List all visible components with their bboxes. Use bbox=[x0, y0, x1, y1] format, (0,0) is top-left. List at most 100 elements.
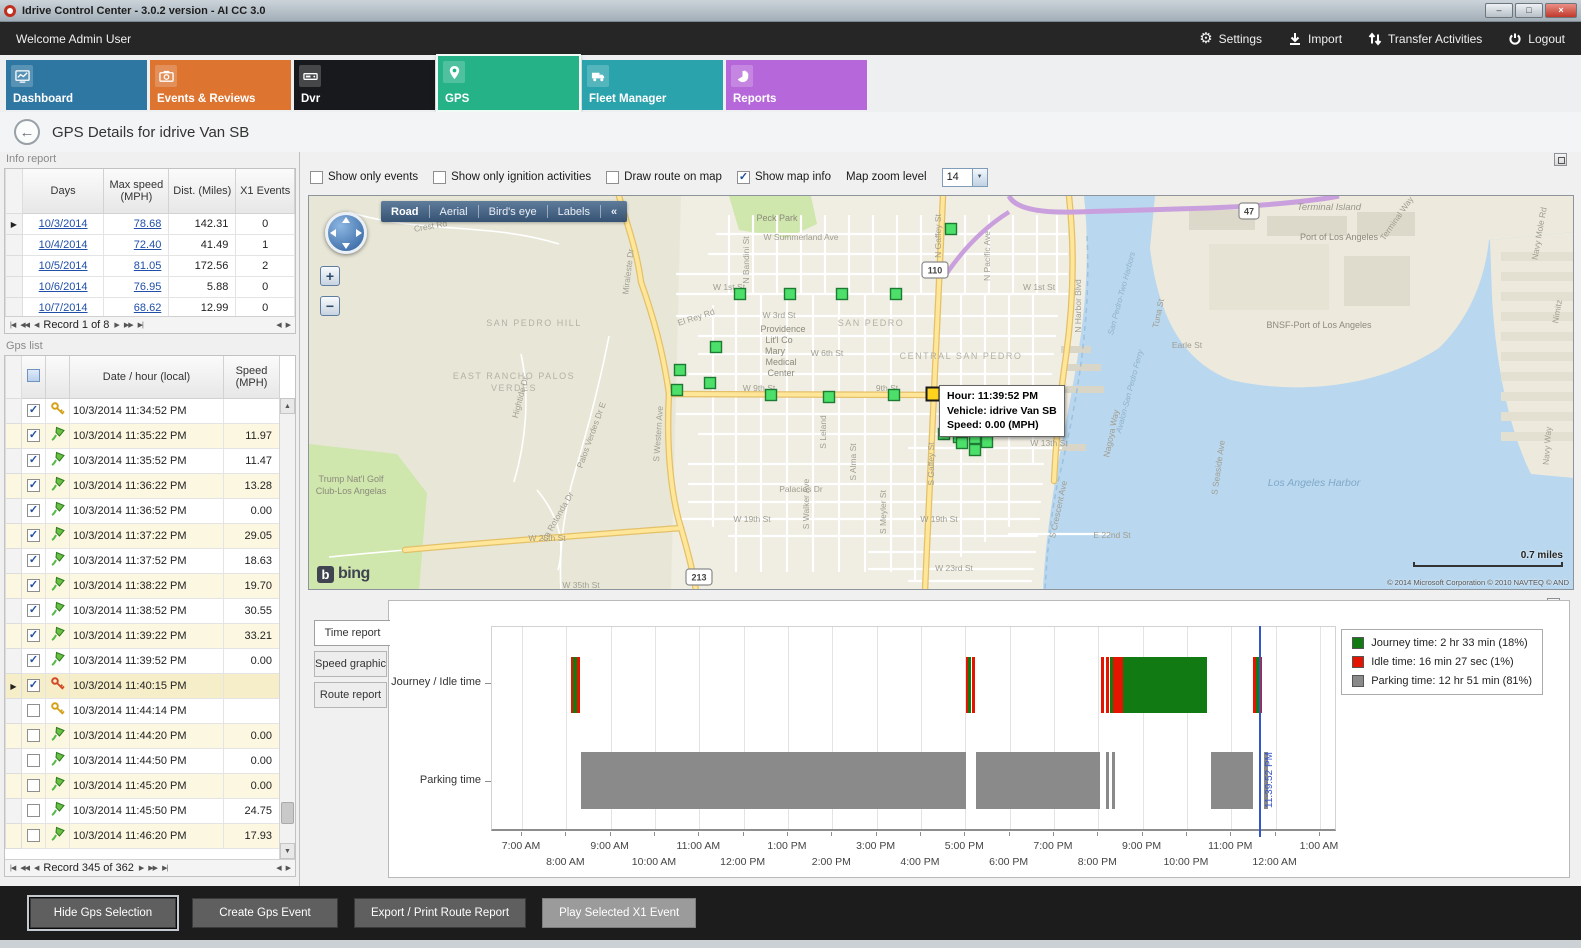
gps-row[interactable]: 10/3/2014 11:45:50 PM24.75 bbox=[6, 798, 280, 823]
gps-marker[interactable] bbox=[957, 438, 968, 449]
gps-row[interactable]: ✓10/3/2014 11:38:22 PM19.70 bbox=[6, 573, 280, 598]
chart-tab-time-report[interactable]: Time report bbox=[314, 620, 390, 646]
last-record-icon[interactable]: ▶| bbox=[162, 864, 167, 872]
day-link[interactable]: 10/5/2014 bbox=[39, 260, 88, 272]
back-button[interactable]: ← bbox=[14, 119, 40, 145]
option-show-map-info[interactable]: ✓Show map info bbox=[737, 171, 831, 184]
option-show-only-ignition-activities[interactable]: Show only ignition activities bbox=[433, 171, 591, 184]
gps-row[interactable]: 10/3/2014 11:46:20 PM17.93 bbox=[6, 823, 280, 848]
gps-row[interactable]: 10/3/2014 11:44:14 PM bbox=[6, 698, 280, 723]
row-checkbox[interactable]: ✓ bbox=[27, 479, 40, 492]
scroll-columns-left-icon[interactable]: ◀ bbox=[276, 864, 280, 872]
table-row[interactable]: 10/6/201476.955.880 bbox=[6, 276, 295, 297]
prev-page-icon[interactable]: ◀◀ bbox=[20, 864, 29, 872]
gps-row[interactable]: ✓10/3/2014 11:37:52 PM18.63 bbox=[6, 548, 280, 573]
map-style-bird-s-eye[interactable]: Bird's eye bbox=[489, 206, 537, 218]
checked-checkbox[interactable]: ✓ bbox=[737, 171, 750, 184]
next-page-icon[interactable]: ▶▶ bbox=[148, 864, 157, 872]
gps-row[interactable]: ✓10/3/2014 11:38:52 PM30.55 bbox=[6, 598, 280, 623]
map[interactable]: SAN PEDRO HILLEAST RANCHO PALOSVERDESSAN… bbox=[308, 195, 1574, 590]
chart-tab-route-report[interactable]: Route report bbox=[314, 682, 387, 708]
play-selected-x1-event-button[interactable]: Play Selected X1 Event bbox=[542, 898, 696, 928]
action-settings[interactable]: ⚙Settings bbox=[1199, 31, 1262, 46]
gps-marker[interactable] bbox=[785, 289, 796, 300]
tab-gps[interactable]: GPS bbox=[438, 56, 579, 110]
unchecked-checkbox[interactable] bbox=[606, 171, 619, 184]
row-checkbox[interactable]: ✓ bbox=[27, 654, 40, 667]
gps-marker[interactable] bbox=[766, 390, 777, 401]
table-row[interactable]: 10/5/201481.05172.562 bbox=[6, 255, 295, 276]
scroll-columns-left-icon[interactable]: ◀ bbox=[276, 321, 280, 329]
pan-west-icon[interactable] bbox=[330, 229, 336, 237]
gps-row[interactable]: ✓10/3/2014 11:39:22 PM33.21 bbox=[6, 623, 280, 648]
gps-marker[interactable] bbox=[970, 445, 981, 456]
row-checkbox[interactable] bbox=[27, 704, 40, 717]
select-all-checkbox[interactable] bbox=[27, 369, 40, 382]
gps-list-scrollbar[interactable]: ▲ ▼ bbox=[279, 398, 295, 859]
map-zoom-select[interactable]: 14 ▼ bbox=[942, 168, 988, 187]
zoom-in-button[interactable]: + bbox=[320, 266, 340, 286]
pan-east-icon[interactable] bbox=[356, 229, 362, 237]
max-speed-link[interactable]: 68.62 bbox=[134, 302, 162, 314]
gps-row[interactable]: ✓10/3/2014 11:36:52 PM0.00 bbox=[6, 498, 280, 523]
gps-row[interactable]: ✓10/3/2014 11:35:22 PM11.97 bbox=[6, 423, 280, 448]
row-checkbox[interactable] bbox=[27, 804, 40, 817]
prev-record-icon[interactable]: ◀ bbox=[34, 864, 38, 872]
window-maximize-button[interactable]: □ bbox=[1515, 3, 1543, 18]
window-close-button[interactable]: × bbox=[1545, 3, 1577, 18]
row-checkbox[interactable]: ✓ bbox=[27, 629, 40, 642]
day-link[interactable]: 10/6/2014 bbox=[39, 281, 88, 293]
gps-marker[interactable] bbox=[735, 289, 746, 300]
row-checkbox[interactable] bbox=[27, 754, 40, 767]
scroll-down-icon[interactable]: ▼ bbox=[280, 843, 295, 859]
row-checkbox[interactable] bbox=[27, 779, 40, 792]
collapse-map-panel-button[interactable] bbox=[1554, 153, 1567, 166]
tab-reports[interactable]: Reports bbox=[726, 60, 867, 110]
map-style-aerial[interactable]: Aerial bbox=[440, 206, 468, 218]
map-compass-control[interactable] bbox=[325, 212, 367, 254]
row-checkbox[interactable]: ✓ bbox=[27, 429, 40, 442]
gps-row[interactable]: ▶✓10/3/2014 11:40:15 PM bbox=[6, 673, 280, 698]
gps-marker[interactable] bbox=[891, 289, 902, 300]
max-speed-link[interactable]: 72.40 bbox=[134, 239, 162, 251]
zoom-out-button[interactable]: − bbox=[320, 296, 340, 316]
hide-gps-selection-button[interactable]: Hide Gps Selection bbox=[30, 898, 176, 928]
option-show-only-events[interactable]: Show only events bbox=[310, 171, 418, 184]
scroll-up-icon[interactable]: ▲ bbox=[280, 398, 295, 414]
gps-marker[interactable] bbox=[705, 378, 716, 389]
chart-tab-speed-graphic[interactable]: Speed graphic bbox=[314, 651, 387, 677]
row-checkbox[interactable] bbox=[27, 829, 40, 842]
map-style-road[interactable]: Road bbox=[391, 206, 419, 218]
max-speed-link[interactable]: 78.68 bbox=[134, 218, 162, 230]
last-record-icon[interactable]: ▶| bbox=[138, 321, 143, 329]
gps-row[interactable]: ✓10/3/2014 11:35:52 PM11.47 bbox=[6, 448, 280, 473]
chevron-down-icon[interactable]: ▼ bbox=[972, 169, 987, 186]
row-checkbox[interactable]: ✓ bbox=[27, 554, 40, 567]
row-checkbox[interactable]: ✓ bbox=[27, 604, 40, 617]
day-link[interactable]: 10/4/2014 bbox=[39, 239, 88, 251]
gps-row[interactable]: ✓10/3/2014 11:34:52 PM bbox=[6, 398, 280, 423]
day-link[interactable]: 10/3/2014 bbox=[39, 218, 88, 230]
create-gps-event-button[interactable]: Create Gps Event bbox=[192, 898, 338, 928]
action-transfer-activities[interactable]: Transfer Activities bbox=[1368, 32, 1482, 46]
unchecked-checkbox[interactable] bbox=[310, 171, 323, 184]
tab-dashboard[interactable]: Dashboard bbox=[6, 60, 147, 110]
table-row[interactable]: ▶10/3/201478.68142.310 bbox=[6, 213, 295, 234]
prev-page-icon[interactable]: ◀◀ bbox=[20, 321, 29, 329]
scrollbar-thumb[interactable] bbox=[281, 802, 294, 824]
day-link[interactable]: 10/7/2014 bbox=[39, 302, 88, 314]
row-checkbox[interactable]: ✓ bbox=[27, 579, 40, 592]
pan-south-icon[interactable] bbox=[342, 243, 350, 249]
prev-record-icon[interactable]: ◀ bbox=[34, 321, 38, 329]
row-checkbox[interactable]: ✓ bbox=[27, 454, 40, 467]
row-checkbox[interactable]: ✓ bbox=[27, 404, 40, 417]
unchecked-checkbox[interactable] bbox=[433, 171, 446, 184]
tab-events-reviews[interactable]: Events & Reviews bbox=[150, 60, 291, 110]
gps-marker[interactable] bbox=[675, 365, 686, 376]
first-record-icon[interactable]: |◀ bbox=[10, 321, 15, 329]
action-import[interactable]: Import bbox=[1288, 32, 1342, 46]
next-record-icon[interactable]: ▶ bbox=[139, 864, 143, 872]
next-record-icon[interactable]: ▶ bbox=[114, 321, 118, 329]
gps-marker[interactable] bbox=[982, 437, 993, 448]
table-row[interactable]: 10/4/201472.4041.491 bbox=[6, 234, 295, 255]
